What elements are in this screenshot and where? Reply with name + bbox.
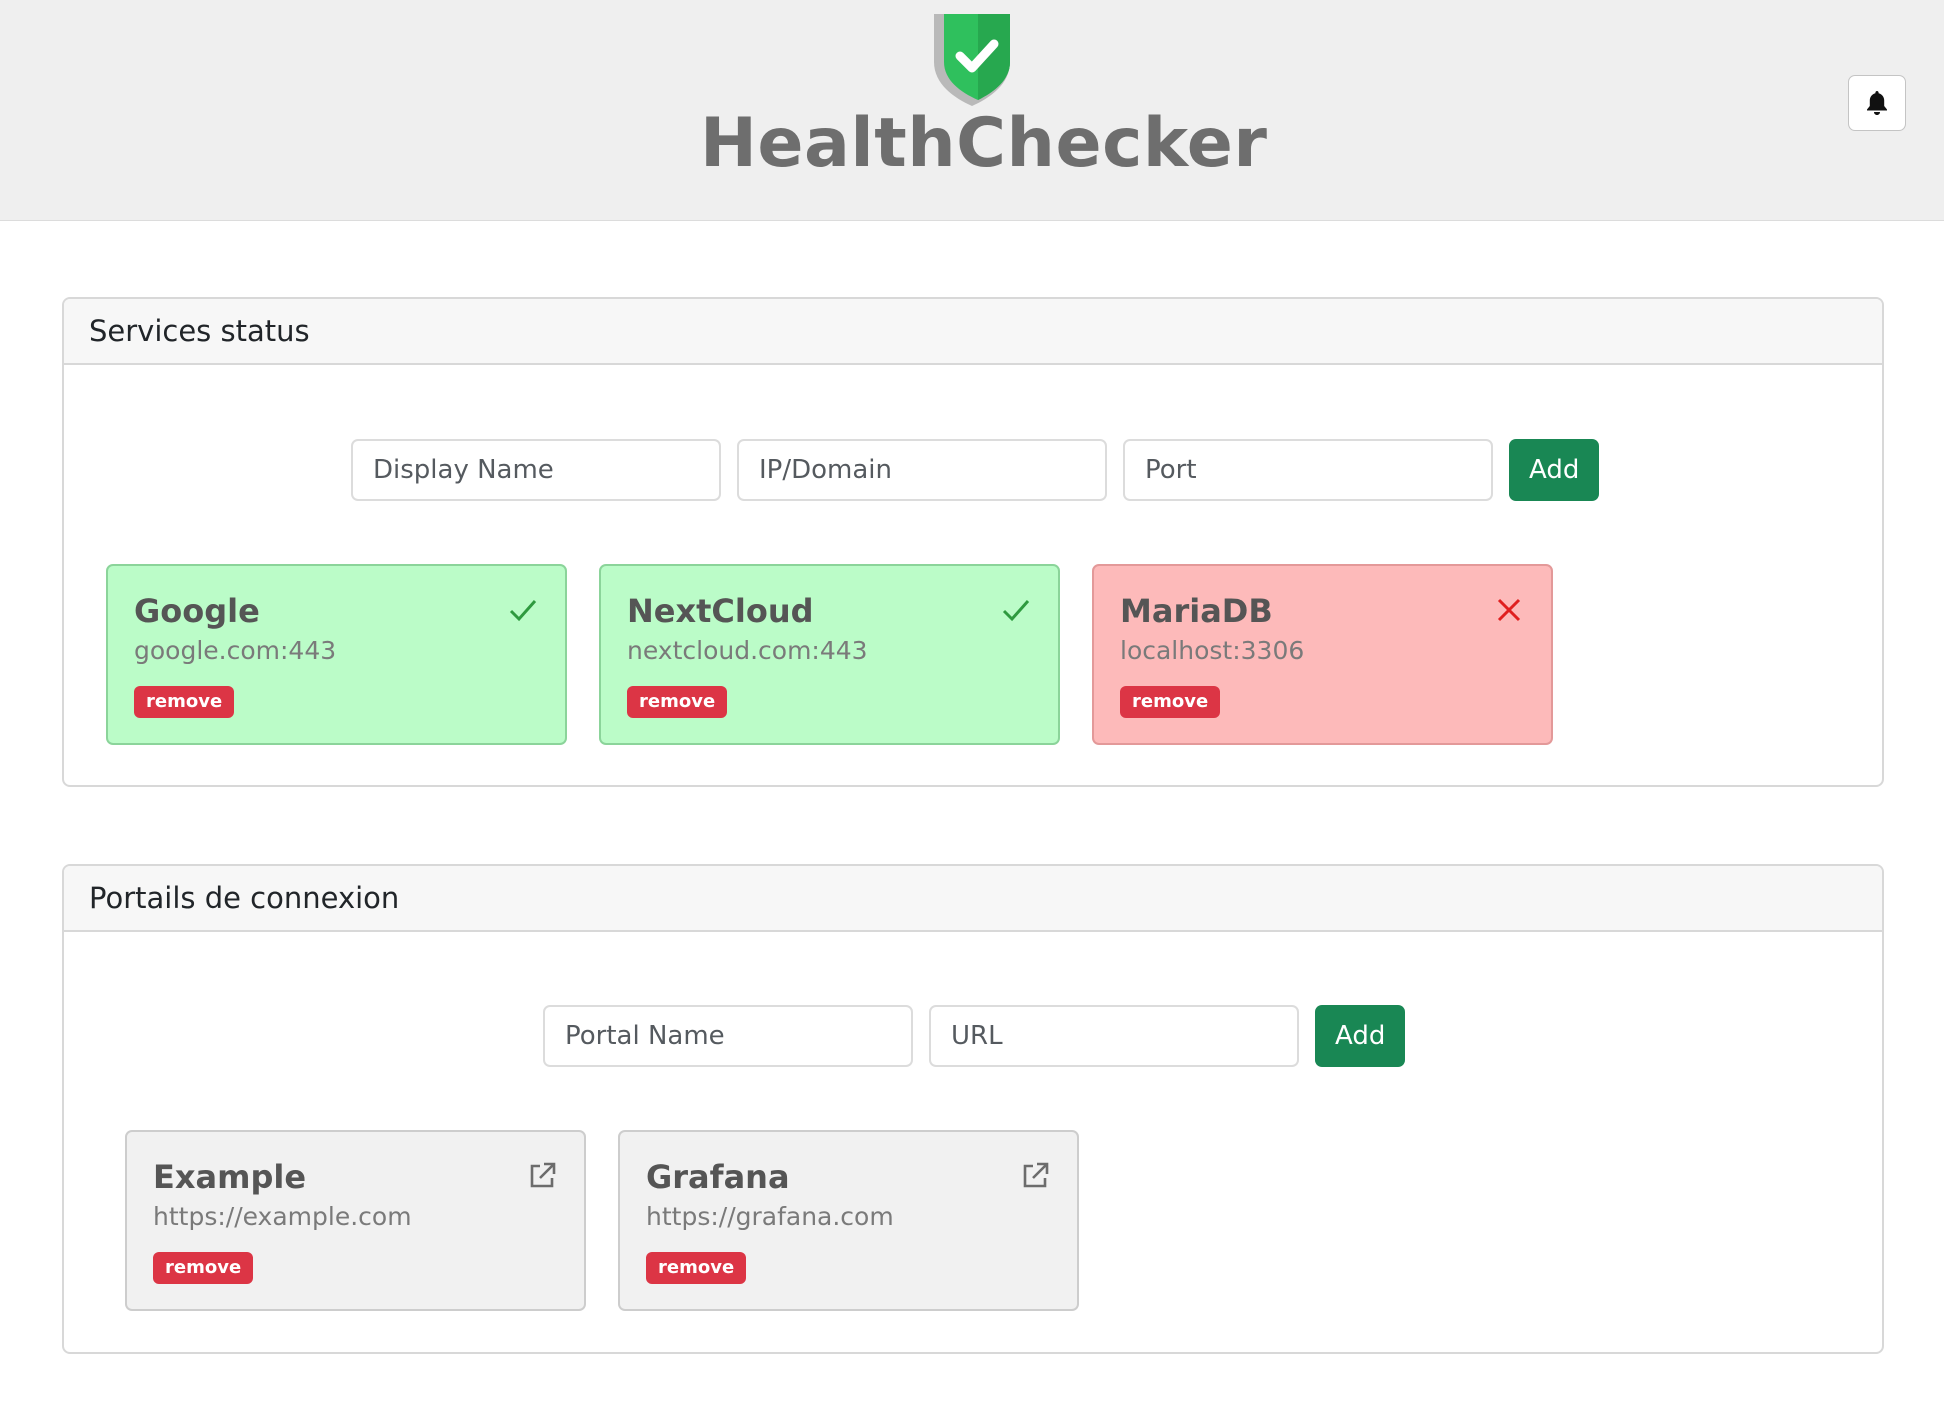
add-portal-button[interactable]: Add xyxy=(1315,1005,1406,1067)
brand-title: HealthChecker xyxy=(700,104,1268,183)
portal-card-example[interactable]: Example https://example.com remove xyxy=(125,1130,586,1311)
cross-icon xyxy=(1497,598,1521,622)
portals-panel-title: Portails de connexion xyxy=(64,866,1882,932)
remove-button[interactable]: remove xyxy=(153,1252,254,1284)
add-service-form: Add xyxy=(351,439,1600,501)
portal-name: Grafana xyxy=(646,1158,790,1196)
portal-name-input[interactable] xyxy=(543,1005,913,1067)
service-address: google.com:443 xyxy=(134,636,337,665)
add-service-button[interactable]: Add xyxy=(1509,439,1600,501)
service-name: NextCloud xyxy=(627,592,814,630)
external-link-icon[interactable] xyxy=(526,1160,558,1192)
services-panel-title: Services status xyxy=(64,299,1882,365)
remove-button[interactable]: remove xyxy=(134,686,235,718)
service-card-google: Google google.com:443 remove xyxy=(106,564,567,745)
remove-button[interactable]: remove xyxy=(627,686,728,718)
shield-check-icon xyxy=(934,14,1010,106)
portal-name: Example xyxy=(153,1158,307,1196)
ip-domain-input[interactable] xyxy=(737,439,1107,501)
services-panel: Services status Add Google google.com:44… xyxy=(62,297,1884,787)
portal-url[interactable]: https://grafana.com xyxy=(646,1202,894,1231)
service-name: Google xyxy=(134,592,260,630)
service-address: nextcloud.com:443 xyxy=(627,636,868,665)
remove-button[interactable]: remove xyxy=(1120,686,1221,718)
portal-url[interactable]: https://example.com xyxy=(153,1202,412,1231)
port-input[interactable] xyxy=(1123,439,1493,501)
external-link-icon[interactable] xyxy=(1019,1160,1051,1192)
remove-button[interactable]: remove xyxy=(646,1252,747,1284)
service-name: MariaDB xyxy=(1120,592,1273,630)
url-input[interactable] xyxy=(929,1005,1299,1067)
display-name-input[interactable] xyxy=(351,439,721,501)
notification-button[interactable] xyxy=(1848,75,1906,131)
check-icon xyxy=(509,600,537,622)
app-header: HealthChecker xyxy=(0,0,1944,221)
check-icon xyxy=(1002,600,1030,622)
add-portal-form: Add xyxy=(543,1005,1406,1067)
bell-icon xyxy=(1867,91,1887,115)
service-address: localhost:3306 xyxy=(1120,636,1305,665)
service-card-mariadb: MariaDB localhost:3306 remove xyxy=(1092,564,1553,745)
service-card-nextcloud: NextCloud nextcloud.com:443 remove xyxy=(599,564,1060,745)
portals-panel: Portails de connexion Add Example https:… xyxy=(62,864,1884,1354)
portal-card-grafana[interactable]: Grafana https://grafana.com remove xyxy=(618,1130,1079,1311)
